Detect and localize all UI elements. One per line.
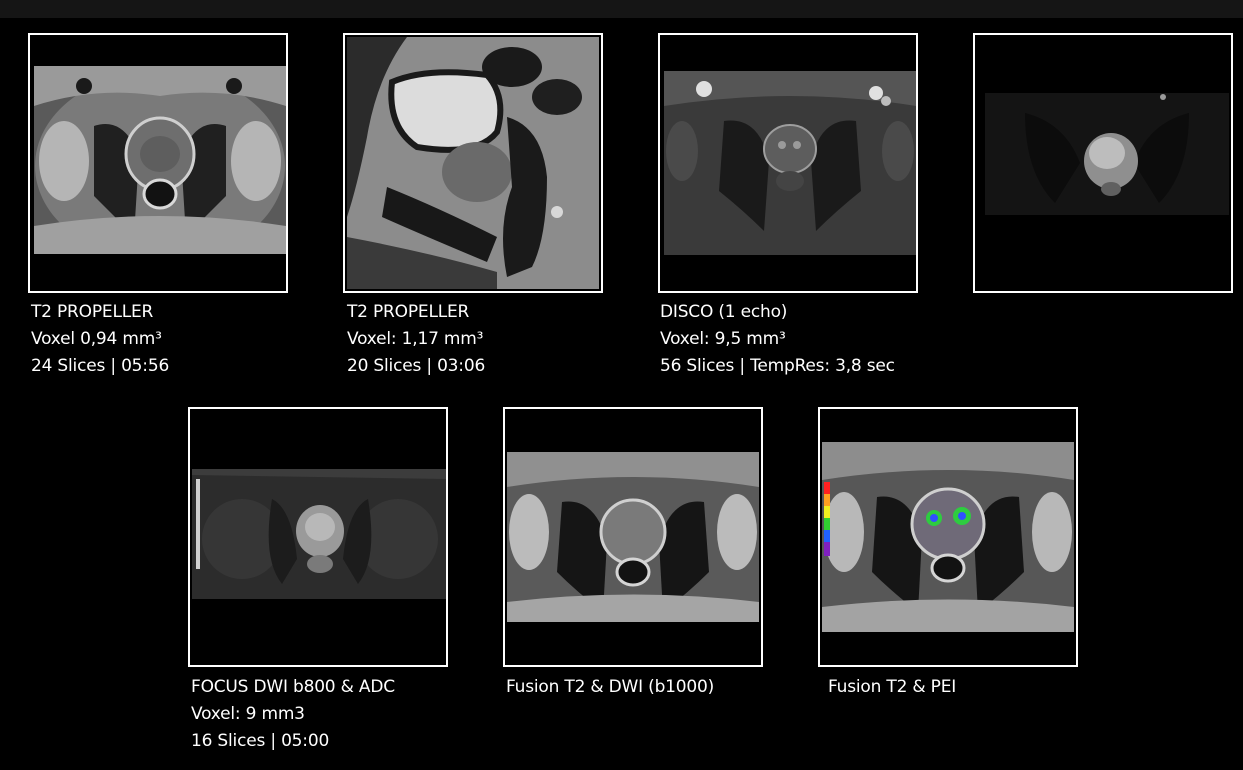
sequence-name: T2 PROPELLER <box>31 302 154 322</box>
sequence-name: Fusion T2 & PEI <box>828 677 957 697</box>
caption-panel-3: DISCO (1 echo) Voxel: 9,5 mm³ 56 Slices … <box>660 299 895 380</box>
caption-panel-5: FOCUS DWI b800 & ADC Voxel: 9 mm3 16 Sli… <box>191 674 395 755</box>
image-panel-fusion-t2-dwi <box>503 407 763 667</box>
sequence-name: DISCO (1 echo) <box>660 302 788 322</box>
caption-panel-6: Fusion T2 & DWI (b1000) <box>506 674 714 701</box>
caption-panel-2: T2 PROPELLER Voxel: 1,17 mm³ 20 Slices |… <box>347 299 485 380</box>
mri-dwi-image <box>985 93 1229 215</box>
image-panel-fusion-t2-pei <box>818 407 1078 667</box>
voxel-size: Voxel 0,94 mm³ <box>31 329 162 349</box>
caption-panel-7: Fusion T2 & PEI <box>828 674 956 701</box>
slices-and-time: 56 Slices | TempRes: 3,8 sec <box>660 356 895 376</box>
slices-and-time: 16 Slices | 05:00 <box>191 731 330 751</box>
sequence-name: T2 PROPELLER <box>347 302 470 322</box>
image-panel-focus-dwi-adc <box>188 407 448 667</box>
image-panel-t2-axial <box>28 33 288 293</box>
sequence-name: Fusion T2 & DWI (b1000) <box>506 677 715 697</box>
top-bar <box>0 0 1243 18</box>
slices-and-time: 20 Slices | 03:06 <box>347 356 486 376</box>
slices-and-time: 24 Slices | 05:56 <box>31 356 170 376</box>
image-panel-dwi <box>973 33 1233 293</box>
mri-fusion-t2-dwi-image <box>507 452 759 622</box>
voxel-size: Voxel: 9,5 mm³ <box>660 329 786 349</box>
voxel-size: Voxel: 1,17 mm³ <box>347 329 484 349</box>
mri-adc-image <box>192 469 446 599</box>
image-panel-disco <box>658 33 918 293</box>
mri-disco-image <box>664 71 916 255</box>
image-panel-t2-sagittal <box>343 33 603 293</box>
mri-axial-t2-image <box>34 66 286 254</box>
voxel-size: Voxel: 9 mm3 <box>191 704 305 724</box>
mri-sagittal-t2-image <box>347 37 599 289</box>
sequence-name: FOCUS DWI b800 & ADC <box>191 677 395 697</box>
caption-panel-1: T2 PROPELLER Voxel 0,94 mm³ 24 Slices | … <box>31 299 169 380</box>
mri-fusion-t2-pei-image <box>822 442 1074 632</box>
